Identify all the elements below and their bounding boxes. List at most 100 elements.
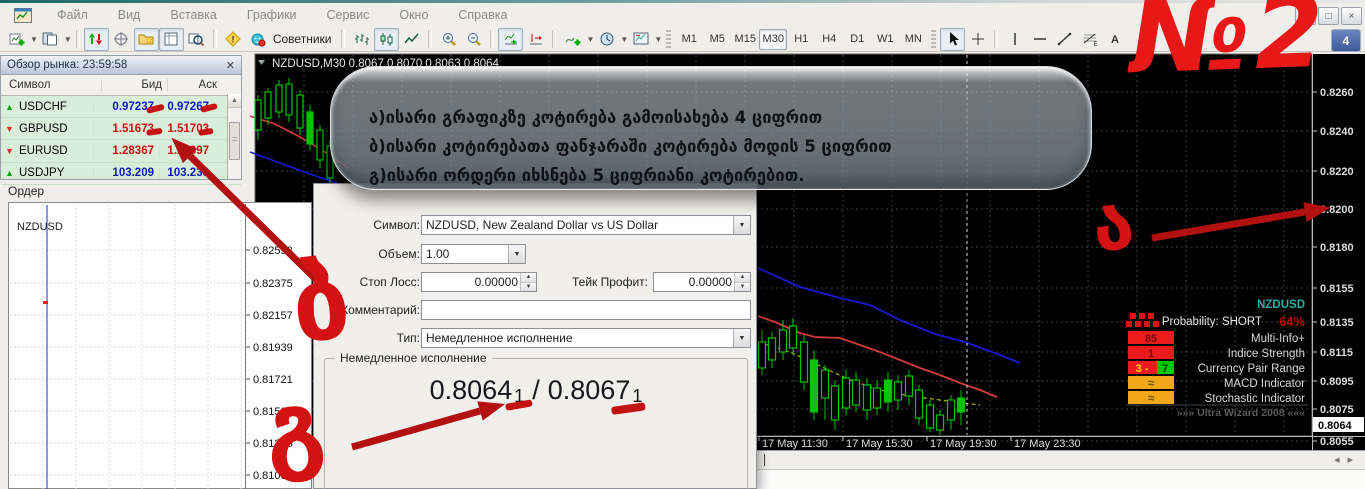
new-chart-icon[interactable] [4,28,29,51]
menu-item[interactable]: Окно [384,8,443,22]
zoom-out-icon[interactable] [461,28,486,51]
timeframe-h4[interactable]: H4 [815,29,843,50]
chart-candles-icon[interactable] [374,28,399,51]
candle [265,92,271,118]
timeframe-w1[interactable]: W1 [871,29,899,50]
chevron-down-icon[interactable]: ▼ [586,35,594,44]
spin-up-icon[interactable]: ▲ [521,273,536,283]
chart-line-icon[interactable] [399,28,424,51]
strategy-tester-icon[interactable] [184,28,209,51]
spin-down-icon[interactable]: ▼ [735,283,750,292]
text-label-icon[interactable]: A [1102,28,1127,51]
spinner-arrows[interactable]: ▲▼ [734,273,750,291]
toolbar-grip[interactable] [666,30,671,48]
crosshair-icon[interactable] [965,28,990,51]
chevron-down-icon[interactable]: ▼ [733,329,750,347]
market-watch-row[interactable]: ▼EURUSD1.283671.28397 [1,140,241,162]
candle [927,405,934,428]
spinner-arrows[interactable]: ▲▼ [520,273,536,291]
templates-icon[interactable] [628,28,653,51]
chat-notification-icon[interactable]: 4 [1331,29,1361,52]
market-watch-row[interactable]: ▲USDCHF0.972370.97267 [1,96,241,118]
zoom-in-icon[interactable] [436,28,461,51]
timeframe-m15[interactable]: M15 [731,29,759,50]
chevron-down-icon[interactable]: ▼ [733,216,750,234]
timeframe-m1[interactable]: M1 [675,29,703,50]
candle [769,338,776,360]
candle [885,380,892,402]
indicator-footer: »»» Ultra Wizard 2008 ««« [1177,407,1305,419]
mini-price-label: 0.81067 [253,470,293,482]
timeframe-h1[interactable]: H1 [787,29,815,50]
comment-input[interactable] [421,300,751,320]
svg-text:!: ! [232,35,235,45]
menu-item[interactable]: Файл [42,8,103,22]
minimize-icon[interactable]: – [1295,7,1316,25]
new-order-icon[interactable]: ! [221,28,246,51]
volume-combobox[interactable]: 1.00 ▼ [421,244,526,264]
scroll-thumb[interactable] [229,122,240,160]
toolbar: ▼ ▼! Советники ▼ ▼ ▼ M1M5M15M30H1H4D1W1MN EA [0,27,1365,52]
expert-advisors-label[interactable]: Советники [273,32,332,46]
indicators-icon[interactable] [560,28,585,51]
spin-up-icon[interactable]: ▲ [735,273,750,283]
navigator-icon[interactable] [109,28,134,51]
indicator-symbol: NZDUSD [1257,299,1305,311]
takeprofit-label: Тейк Профит: [544,275,648,289]
ask-price: 0.8067 [548,375,631,405]
close-icon[interactable]: ✕ [226,59,235,72]
mini-price-label: 0.82375 [253,278,293,290]
auto-scroll-icon[interactable] [498,28,523,51]
market-watch-row[interactable]: ▲USDJPY103.209103.239 [1,163,241,185]
scrollbar-arrows[interactable]: ◂▸ [1334,453,1361,466]
cursor-icon[interactable] [940,28,965,51]
chevron-down-icon[interactable]: ▼ [654,35,662,44]
close-icon[interactable]: × [1341,7,1362,25]
chart-shift-icon[interactable] [523,28,548,51]
column-ask[interactable]: Аск [167,79,222,91]
quote-separator: / [532,375,540,405]
timeframe-m5[interactable]: M5 [703,29,731,50]
chevron-down-icon[interactable]: ▼ [620,35,628,44]
stoploss-spinner[interactable]: 0.00000 ▲▼ [421,272,537,292]
current-price-label: 0.8064 [1318,420,1353,432]
scroll-up-icon[interactable]: ▲ [228,94,241,108]
data-window-icon[interactable] [159,28,184,51]
chevron-down-icon[interactable]: ▼ [64,35,72,44]
type-combobox[interactable]: Немедленное исполнение ▼ [421,328,751,348]
fibonacci-icon[interactable]: E [1077,28,1102,51]
menu-item[interactable]: Справка [443,8,522,22]
restore-icon[interactable]: □ [1318,7,1339,25]
chart-bars-icon[interactable] [349,28,374,51]
groupbox-title: Немедленное исполнение [335,351,492,365]
trendline-icon[interactable] [1052,28,1077,51]
vertical-line-icon[interactable] [1002,28,1027,51]
profiles-icon[interactable] [38,28,63,51]
candle [937,415,944,430]
bid-price: 0.8064 [430,375,513,405]
symbol-combobox[interactable]: NZDUSD, New Zealand Dollar vs US Dollar … [421,215,751,235]
toolbar-grip[interactable] [931,30,936,48]
takeprofit-spinner[interactable]: 0.00000 ▲▼ [653,272,751,292]
chevron-down-icon[interactable]: ▼ [30,35,38,44]
expert-advisors-icon[interactable] [246,28,271,51]
timeframe-d1[interactable]: D1 [843,29,871,50]
menu-item[interactable]: Сервис [312,8,385,22]
menu-item[interactable]: Графики [232,8,312,22]
column-symbol[interactable]: Символ [1,79,101,91]
candle [958,398,965,412]
timeframe-m30[interactable]: M30 [759,29,787,50]
spin-down-icon[interactable]: ▼ [521,283,536,292]
market-watch-row[interactable]: ▼GBPUSD1.516731.51703 [1,118,241,140]
market-watch-scrollbar[interactable]: ▲ [227,94,241,179]
menu-item[interactable]: Вставка [155,8,231,22]
time-scale-label: 17 May 11:30 [762,438,828,450]
menu-item[interactable]: Вид [103,8,156,22]
periods-icon[interactable] [594,28,619,51]
horizontal-line-icon[interactable] [1027,28,1052,51]
terminal-icon[interactable] [134,28,159,51]
chevron-down-icon[interactable]: ▼ [508,245,525,263]
timeframe-mn[interactable]: MN [899,29,927,50]
market-watch-icon[interactable] [84,28,109,51]
column-bid[interactable]: Бид [101,79,167,91]
